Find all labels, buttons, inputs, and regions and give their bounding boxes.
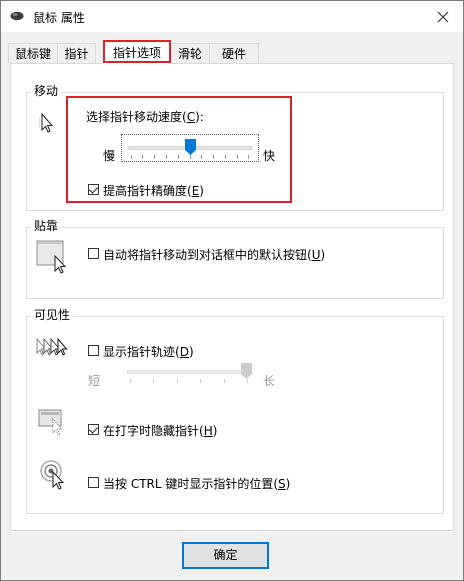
ctrl-locate-label: 当按 CTRL 键时显示指针的位置(S)	[103, 477, 291, 491]
trails-slider[interactable]	[121, 359, 259, 387]
visibility-group-title: 可见性	[31, 306, 74, 323]
hide-pointer-icon	[38, 409, 68, 437]
trails-slider-thumb[interactable]	[241, 363, 252, 379]
precision-checkbox[interactable]	[88, 184, 99, 195]
ctrl-locate-checkbox[interactable]	[88, 477, 99, 488]
snap-group-title: 贴靠	[31, 217, 62, 234]
speed-fast-label: 快	[263, 149, 276, 163]
speed-slider[interactable]	[121, 134, 259, 162]
hide-while-typing-checkbox[interactable]	[88, 424, 99, 435]
tab-panel: 移动 选择指针移动速度(C): 慢 快 提高指针精确度(E) 贴靠 自动将指针移…	[10, 63, 454, 531]
snap-to-icon	[36, 240, 70, 274]
speed-slider-ticks	[131, 155, 249, 159]
close-icon	[437, 11, 449, 23]
hide-while-typing-label: 在打字时隐藏指针(H)	[103, 424, 218, 438]
close-button[interactable]	[423, 2, 463, 31]
tab-pointers[interactable]: 指针	[57, 43, 96, 63]
snap-label: 自动将指针移动到对话框中的默认按钮(U)	[103, 248, 326, 262]
tab-pointer-options[interactable]: 指针选项	[103, 40, 171, 64]
tab-mouse-buttons[interactable]: 鼠标键	[8, 43, 58, 63]
title-bar: 鼠标 属性	[1, 1, 463, 32]
trails-short-label: 短	[88, 374, 101, 388]
ok-button[interactable]: 确定	[182, 542, 269, 569]
speed-label: 选择指针移动速度(C):	[86, 110, 204, 124]
trails-slider-ticks	[130, 379, 248, 383]
trails-checkbox[interactable]	[88, 345, 99, 356]
ctrl-locate-icon	[40, 460, 70, 492]
snap-checkbox[interactable]	[88, 248, 99, 259]
mouse-properties-window: 鼠标 属性 鼠标键 指针 指针选项 滑轮 硬件 移动 选择指针移动速度(C): …	[0, 0, 464, 581]
pointer-trails-icon	[35, 336, 69, 362]
pointer-speed-icon	[39, 112, 57, 136]
speed-slider-thumb[interactable]	[185, 139, 196, 155]
trails-long-label: 长	[263, 374, 276, 388]
motion-group-title: 移动	[31, 82, 62, 99]
speed-slow-label: 慢	[103, 149, 116, 163]
trails-label: 显示指针轨迹(D)	[103, 345, 194, 359]
snap-group	[26, 227, 444, 299]
window-title: 鼠标 属性	[33, 11, 85, 25]
tab-hardware[interactable]: 硬件	[209, 43, 259, 63]
tab-wheel[interactable]: 滑轮	[170, 43, 210, 63]
precision-label: 提高指针精确度(E)	[103, 184, 204, 198]
mouse-icon	[10, 11, 24, 21]
trails-slider-track	[127, 370, 251, 374]
